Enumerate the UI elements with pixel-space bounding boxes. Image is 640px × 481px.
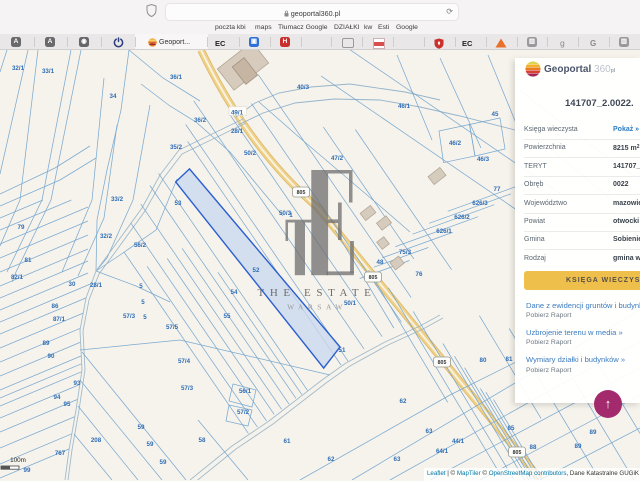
svg-text:57/5: 57/5	[166, 324, 179, 331]
svg-text:86: 86	[52, 303, 59, 310]
svg-text:805: 805	[369, 275, 378, 281]
svg-text:28/1: 28/1	[90, 282, 103, 289]
svg-text:57/2: 57/2	[237, 409, 250, 416]
svg-text:54: 54	[231, 289, 238, 296]
svg-text:THE ESTATE: THE ESTATE	[258, 287, 377, 299]
svg-text:81: 81	[506, 356, 513, 363]
svg-text:61: 61	[284, 438, 291, 445]
svg-text:626/1: 626/1	[436, 228, 452, 235]
svg-text:76: 76	[416, 271, 423, 278]
svg-text:57/3: 57/3	[181, 385, 194, 392]
svg-text:57/3: 57/3	[123, 313, 136, 320]
svg-text:77: 77	[494, 186, 501, 193]
svg-text:33/1: 33/1	[42, 68, 55, 75]
svg-text:626/2: 626/2	[454, 214, 470, 221]
svg-text:95: 95	[64, 401, 71, 408]
svg-text:33/2: 33/2	[111, 196, 124, 203]
svg-text:36/2: 36/2	[194, 117, 207, 124]
svg-text:59: 59	[138, 424, 145, 431]
svg-text:36/1: 36/1	[170, 74, 183, 81]
svg-text:30: 30	[69, 281, 76, 288]
svg-text:46/1: 46/1	[398, 103, 411, 110]
svg-text:34: 34	[110, 93, 117, 100]
svg-text:59: 59	[147, 441, 154, 448]
svg-text:45: 45	[492, 111, 499, 118]
svg-text:46/2: 46/2	[449, 140, 462, 147]
svg-text:50/2: 50/2	[244, 150, 257, 157]
svg-text:63: 63	[426, 428, 433, 435]
svg-text:62: 62	[328, 456, 335, 463]
svg-text:57/4: 57/4	[178, 358, 191, 365]
svg-text:89: 89	[43, 340, 50, 347]
svg-text:805: 805	[513, 450, 522, 456]
svg-text:48: 48	[377, 259, 384, 266]
svg-text:32/2: 32/2	[100, 233, 113, 240]
svg-text:47/2: 47/2	[331, 155, 344, 162]
svg-text:805: 805	[438, 360, 447, 366]
svg-text:56/1: 56/1	[239, 388, 252, 395]
svg-text:64/1: 64/1	[436, 448, 449, 455]
svg-text:5: 5	[141, 299, 145, 306]
svg-text:51: 51	[339, 347, 346, 354]
svg-text:32/1: 32/1	[12, 65, 25, 72]
svg-text:100m: 100m	[10, 457, 26, 464]
svg-text:85: 85	[508, 425, 515, 432]
svg-text:99: 99	[24, 467, 31, 474]
svg-text:40/3: 40/3	[297, 84, 310, 91]
svg-text:94: 94	[54, 394, 61, 401]
svg-text:75/3: 75/3	[399, 249, 412, 256]
svg-text:93: 93	[74, 380, 81, 387]
svg-text:46/3: 46/3	[477, 156, 490, 163]
svg-text:55: 55	[224, 313, 231, 320]
svg-text:28/1: 28/1	[231, 128, 244, 135]
svg-text:63: 63	[394, 456, 401, 463]
svg-text:89: 89	[575, 443, 582, 450]
svg-text:805: 805	[297, 190, 306, 196]
svg-text:58: 58	[199, 437, 206, 444]
svg-text:5: 5	[139, 283, 143, 290]
svg-text:59: 59	[160, 459, 167, 466]
svg-text:80: 80	[480, 357, 487, 364]
svg-text:62: 62	[400, 398, 407, 405]
svg-text:56/2: 56/2	[134, 242, 147, 249]
svg-text:88: 88	[530, 444, 537, 451]
svg-text:81: 81	[25, 257, 32, 264]
svg-text:87/1: 87/1	[53, 316, 66, 323]
svg-text:WARSAW: WARSAW	[287, 303, 347, 312]
svg-text:767: 767	[55, 450, 66, 457]
svg-text:5: 5	[143, 314, 147, 321]
svg-text:44/1: 44/1	[452, 438, 465, 445]
svg-text:1: 1	[289, 212, 293, 219]
svg-text:626/3: 626/3	[472, 200, 488, 207]
svg-text:49/1: 49/1	[231, 110, 244, 117]
svg-text:52: 52	[253, 267, 260, 274]
svg-text:79: 79	[18, 224, 25, 231]
svg-text:53: 53	[175, 200, 182, 207]
svg-text:90: 90	[48, 353, 55, 360]
svg-text:35/2: 35/2	[170, 144, 183, 151]
svg-text:208: 208	[91, 437, 102, 444]
svg-text:89: 89	[590, 429, 597, 436]
svg-text:82/1: 82/1	[11, 274, 24, 281]
